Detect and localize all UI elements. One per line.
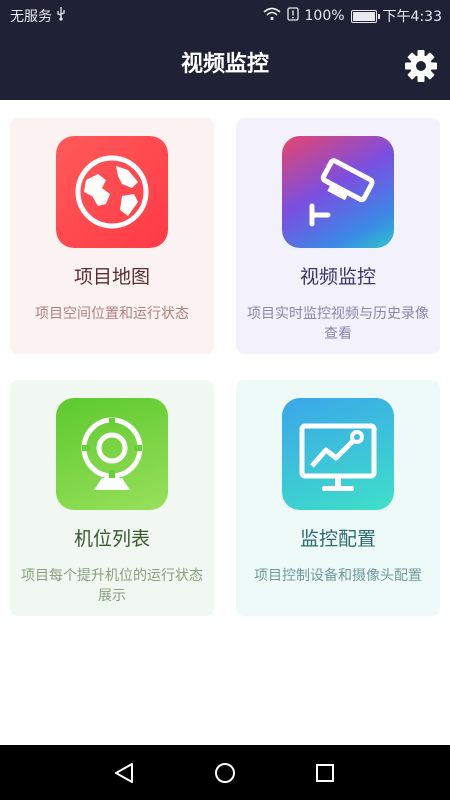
monitoring-config-tile <box>282 398 394 510</box>
system-nav-bar <box>0 745 450 800</box>
usb-icon <box>56 7 66 25</box>
app-header: 视频监控 <box>0 30 450 100</box>
top-bar: 无服务 100% 下午4:33 视频监控 <box>0 0 450 100</box>
recent-apps-icon <box>316 764 334 782</box>
home-icon <box>215 763 235 783</box>
carrier-text: 无服务 <box>10 9 52 25</box>
gear-icon <box>405 50 437 82</box>
card-description: 项目控制设备和摄像头配置 <box>254 568 422 584</box>
clock-time: 下午4:33 <box>382 9 442 25</box>
card-project-map[interactable]: 项目地图 项目空间位置和运行状态 <box>10 118 214 354</box>
webcam-icon <box>81 417 143 490</box>
settings-button[interactable] <box>404 49 438 83</box>
wifi-icon <box>262 7 281 25</box>
globe-icon <box>75 155 149 229</box>
card-description: 项目实时监控视频与历史录像查看 <box>247 306 429 342</box>
position-list-tile <box>56 398 168 510</box>
card-title: 监控配置 <box>299 528 376 550</box>
card-title: 机位列表 <box>73 528 150 550</box>
card-description: 项目空间位置和运行状态 <box>35 306 189 322</box>
battery-icon <box>350 9 380 23</box>
card-title: 项目地图 <box>73 266 150 288</box>
card-title: 视频监控 <box>299 266 376 288</box>
alert-icon <box>286 7 299 25</box>
video-surveillance-tile <box>282 136 394 248</box>
monitor-chart-icon <box>299 423 377 491</box>
status-bar: 无服务 100% 下午4:33 <box>0 0 450 30</box>
card-monitoring-config[interactable]: 监控配置 项目控制设备和摄像头配置 <box>236 380 440 616</box>
back-icon <box>115 763 133 783</box>
project-map-tile <box>56 136 168 248</box>
nav-recent-button[interactable] <box>307 755 343 791</box>
battery-percent: 100% <box>304 8 345 24</box>
nav-back-button[interactable] <box>106 755 142 791</box>
card-description: 项目每个提升机位的运行状态展示 <box>21 568 203 604</box>
cctv-camera-icon <box>309 158 375 227</box>
card-video-surveillance[interactable]: 视频监控 项目实时监控视频与历史录像查看 <box>236 118 440 354</box>
card-position-list[interactable]: 机位列表 项目每个提升机位的运行状态展示 <box>10 380 214 616</box>
nav-home-button[interactable] <box>207 755 243 791</box>
page-title: 视频监控 <box>180 52 269 77</box>
